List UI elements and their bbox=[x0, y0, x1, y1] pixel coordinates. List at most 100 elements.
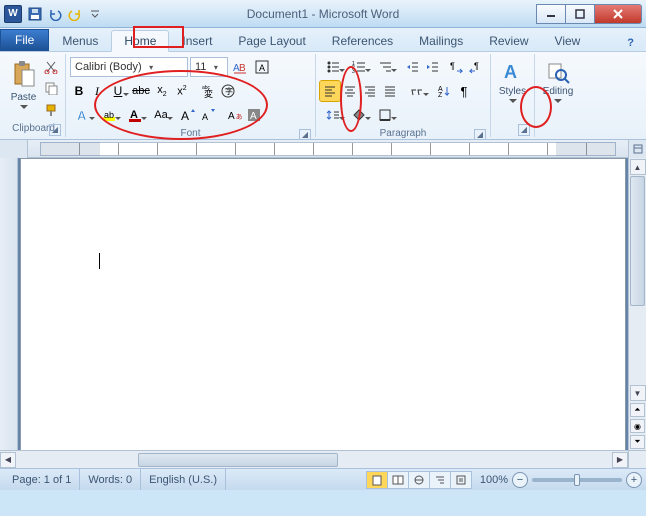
zoom-out-button[interactable]: − bbox=[512, 472, 528, 488]
decrease-indent-icon[interactable] bbox=[402, 57, 422, 77]
font-color-icon[interactable]: A bbox=[122, 105, 148, 125]
horizontal-ruler[interactable] bbox=[0, 140, 628, 158]
increase-indent-icon[interactable] bbox=[422, 57, 442, 77]
shrink-font-icon[interactable]: A bbox=[198, 105, 218, 125]
character-border-icon[interactable]: A bbox=[252, 57, 272, 77]
zoom-thumb[interactable] bbox=[574, 474, 580, 486]
tab-view[interactable]: View bbox=[542, 29, 594, 51]
zoom-in-button[interactable]: + bbox=[626, 472, 642, 488]
close-button[interactable] bbox=[594, 4, 642, 24]
scrollbar-corner bbox=[628, 450, 646, 468]
superscript-icon[interactable]: x2 bbox=[172, 81, 192, 101]
justify-icon[interactable] bbox=[380, 81, 400, 101]
format-painter-icon[interactable] bbox=[41, 100, 61, 120]
styles-button[interactable]: A Styles bbox=[495, 56, 530, 121]
print-layout-view-icon[interactable] bbox=[366, 471, 388, 489]
font-name-combo[interactable]: Calibri (Body)▾ bbox=[70, 57, 188, 77]
copy-icon[interactable] bbox=[41, 78, 61, 98]
maximize-button[interactable] bbox=[565, 4, 595, 24]
svg-text:A: A bbox=[228, 111, 235, 122]
clipboard-launcher[interactable]: ◢ bbox=[49, 124, 61, 136]
enclose-characters-icon[interactable]: 字 bbox=[218, 81, 238, 101]
show-marks-icon[interactable]: ¶ bbox=[454, 81, 474, 101]
browse-object-icon[interactable]: ◉ bbox=[630, 419, 645, 433]
scroll-left-icon[interactable]: ◀ bbox=[0, 452, 16, 468]
bullets-icon[interactable] bbox=[320, 57, 346, 77]
scroll-thumb-h[interactable] bbox=[138, 453, 338, 467]
character-shading-icon[interactable]: A bbox=[244, 105, 264, 125]
qat-customize-icon[interactable] bbox=[86, 5, 104, 23]
page[interactable] bbox=[20, 158, 626, 450]
sort-icon[interactable]: AZ bbox=[434, 81, 454, 101]
status-language[interactable]: English (U.S.) bbox=[141, 469, 226, 490]
undo-icon[interactable] bbox=[46, 5, 64, 23]
tab-mailings[interactable]: Mailings bbox=[406, 29, 476, 51]
line-spacing-icon[interactable] bbox=[320, 105, 346, 125]
shading-icon[interactable] bbox=[346, 105, 372, 125]
tab-insert[interactable]: Insert bbox=[169, 29, 225, 51]
align-left-icon[interactable] bbox=[320, 81, 340, 101]
borders-icon[interactable] bbox=[372, 105, 398, 125]
tab-references[interactable]: References bbox=[319, 29, 406, 51]
svg-text:変: 変 bbox=[204, 88, 213, 99]
file-tab[interactable]: File bbox=[0, 29, 49, 51]
prev-page-icon[interactable]: ⏶ bbox=[630, 403, 645, 417]
phonetic-guide-icon[interactable]: abc変 bbox=[198, 81, 218, 101]
next-page-icon[interactable]: ⏷ bbox=[630, 435, 645, 449]
cut-icon[interactable] bbox=[41, 57, 61, 77]
outline-view-icon[interactable] bbox=[429, 471, 451, 489]
scroll-down-icon[interactable]: ▼ bbox=[630, 385, 646, 401]
status-words[interactable]: Words: 0 bbox=[80, 469, 141, 490]
redo-icon[interactable] bbox=[66, 5, 84, 23]
save-icon[interactable] bbox=[26, 5, 44, 23]
ruler-toggle-icon[interactable] bbox=[628, 140, 646, 158]
draft-view-icon[interactable] bbox=[450, 471, 472, 489]
text-effects-icon[interactable]: A bbox=[70, 105, 96, 125]
text-cursor bbox=[99, 253, 100, 269]
font-size-combo[interactable]: 11▾ bbox=[190, 57, 228, 77]
tab-review[interactable]: Review bbox=[476, 29, 541, 51]
document-area[interactable] bbox=[18, 158, 628, 450]
multilevel-list-icon[interactable] bbox=[372, 57, 398, 77]
align-center-icon[interactable] bbox=[340, 81, 360, 101]
group-styles: A Styles ◢ bbox=[491, 54, 535, 137]
rtl-direction-icon[interactable]: ¶ bbox=[466, 57, 486, 77]
italic-icon[interactable]: I bbox=[88, 81, 106, 101]
subscript-icon[interactable]: x2 bbox=[152, 81, 172, 101]
status-page[interactable]: Page: 1 of 1 bbox=[4, 469, 80, 490]
clear-formatting-icon[interactable]: AB bbox=[230, 57, 250, 77]
scroll-up-icon[interactable]: ▲ bbox=[630, 159, 646, 175]
help-icon[interactable]: ? bbox=[623, 35, 638, 51]
ltr-direction-icon[interactable]: ¶ bbox=[446, 57, 466, 77]
strikethrough-icon[interactable]: abc bbox=[130, 81, 152, 101]
styles-launcher[interactable]: ◢ bbox=[518, 124, 530, 136]
grow-font-icon[interactable]: A bbox=[178, 105, 198, 125]
zoom-level[interactable]: 100% bbox=[480, 474, 508, 486]
vertical-ruler[interactable] bbox=[0, 158, 18, 450]
underline-icon[interactable]: U bbox=[106, 81, 130, 101]
tab-home[interactable]: Home bbox=[111, 30, 169, 52]
horizontal-scrollbar[interactable]: ◀ ▶ bbox=[0, 450, 628, 468]
zoom-slider[interactable] bbox=[532, 478, 622, 482]
highlight-icon[interactable]: ab bbox=[96, 105, 122, 125]
svg-text:A: A bbox=[504, 62, 517, 82]
editing-button[interactable]: Editing bbox=[539, 56, 577, 121]
scroll-thumb-v[interactable] bbox=[630, 176, 645, 306]
tab-page-layout[interactable]: Page Layout bbox=[225, 29, 318, 51]
asian-layout-icon[interactable] bbox=[404, 81, 430, 101]
numbering-icon[interactable]: 123 bbox=[346, 57, 372, 77]
align-right-icon[interactable] bbox=[360, 81, 380, 101]
vertical-scrollbar[interactable]: ▲ ▼ ⏶ ◉ ⏷ bbox=[628, 158, 646, 450]
tab-selector[interactable] bbox=[0, 140, 28, 158]
web-layout-view-icon[interactable] bbox=[408, 471, 430, 489]
fullscreen-reading-view-icon[interactable] bbox=[387, 471, 409, 489]
tab-menus[interactable]: Menus bbox=[49, 29, 111, 51]
change-case-icon[interactable]: Aa bbox=[148, 105, 174, 125]
group-editing: Editing bbox=[535, 54, 581, 137]
scroll-right-icon[interactable]: ▶ bbox=[612, 452, 628, 468]
window-controls bbox=[537, 4, 642, 24]
pinyin-icon[interactable]: Aぁ bbox=[224, 105, 244, 125]
bold-icon[interactable]: B bbox=[70, 81, 88, 101]
paste-button[interactable]: Paste bbox=[6, 56, 41, 121]
minimize-button[interactable] bbox=[536, 4, 566, 24]
